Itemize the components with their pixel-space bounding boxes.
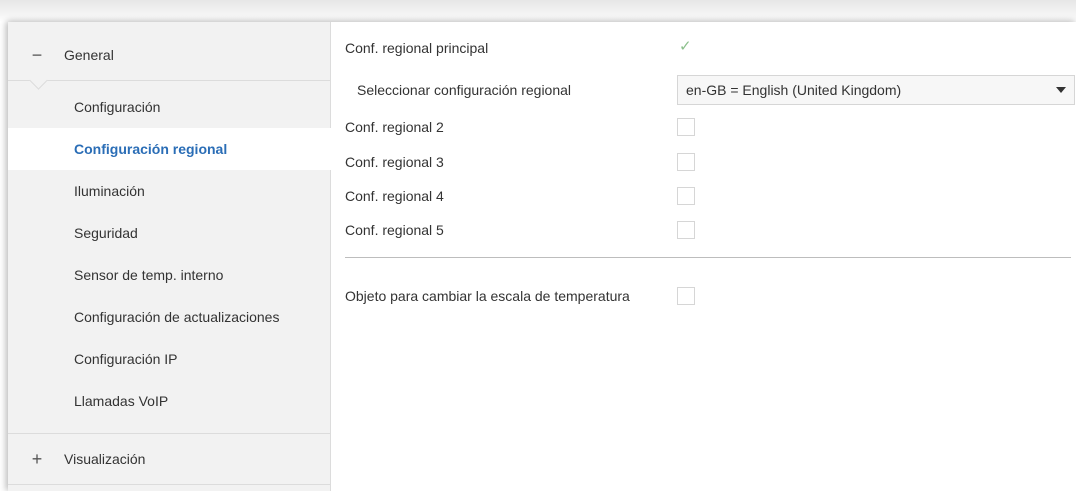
regional-4-label: Conf. regional 4: [345, 188, 444, 204]
dropdown-arrow-icon[interactable]: [1056, 87, 1066, 93]
row-regional-3: Conf. regional 3: [345, 146, 1076, 178]
sidebar-nav: Configuración Configuración regional Ilu…: [8, 86, 331, 422]
sidebar-item-configuracion[interactable]: Configuración: [8, 86, 330, 128]
regional-5-checkbox[interactable]: [677, 221, 695, 239]
select-regional-label: Seleccionar configuración regional: [357, 82, 572, 98]
regional-5-label: Conf. regional 5: [345, 222, 444, 238]
sidebar-item-actualizaciones[interactable]: Configuración de actualizaciones: [8, 296, 330, 338]
sidebar-item-configuracion-regional[interactable]: Configuración regional: [8, 128, 331, 170]
sidebar-item-llamadas-voip[interactable]: Llamadas VoIP: [8, 380, 330, 422]
collapse-icon[interactable]: −: [26, 45, 48, 66]
row-regional-2: Conf. regional 2: [345, 111, 1076, 143]
regional-select-value: en-GB = English (United Kingdom): [686, 82, 902, 98]
regional-3-label: Conf. regional 3: [345, 154, 444, 170]
group-general-label: General: [64, 47, 114, 63]
row-regional-4: Conf. regional 4: [345, 180, 1076, 212]
row-primary-regional: Conf. regional principal ✓: [345, 32, 1076, 64]
regional-4-checkbox[interactable]: [677, 187, 695, 205]
primary-regional-label: Conf. regional principal: [345, 40, 489, 56]
temp-scale-label: Objeto para cambiar la escala de tempera…: [345, 288, 630, 304]
primary-regional-checkbox[interactable]: ✓: [677, 38, 695, 57]
checkmark-icon: ✓: [679, 38, 692, 55]
regional-2-label: Conf. regional 2: [345, 119, 444, 135]
row-temp-scale: Objeto para cambiar la escala de tempera…: [345, 274, 1076, 318]
sidebar: − General Configuración Configuración re…: [8, 22, 331, 491]
group-general[interactable]: − General: [8, 30, 330, 81]
row-select-regional: Seleccionar configuración regional en-GB…: [345, 73, 1076, 107]
regional-select[interactable]: en-GB = English (United Kingdom): [677, 75, 1075, 105]
parameters-panel: Conf. regional principal ✓ Seleccionar c…: [345, 22, 1076, 491]
sidebar-item-configuracion-ip[interactable]: Configuración IP: [8, 338, 330, 380]
sidebar-item-seguridad[interactable]: Seguridad: [8, 212, 330, 254]
group-visualizacion-label: Visualización: [64, 451, 146, 467]
sidebar-item-iluminacion[interactable]: Iluminación: [8, 170, 330, 212]
regional-2-checkbox[interactable]: [677, 118, 695, 136]
expand-icon[interactable]: +: [26, 449, 48, 470]
parameters-window: − General Configuración Configuración re…: [8, 22, 1076, 491]
section-divider: [345, 257, 1071, 258]
row-regional-5: Conf. regional 5: [345, 214, 1076, 246]
sidebar-item-sensor-temp[interactable]: Sensor de temp. interno: [8, 254, 330, 296]
regional-3-checkbox[interactable]: [677, 153, 695, 171]
group-visualizacion[interactable]: + Visualización: [8, 433, 330, 485]
temp-scale-checkbox[interactable]: [677, 287, 695, 305]
